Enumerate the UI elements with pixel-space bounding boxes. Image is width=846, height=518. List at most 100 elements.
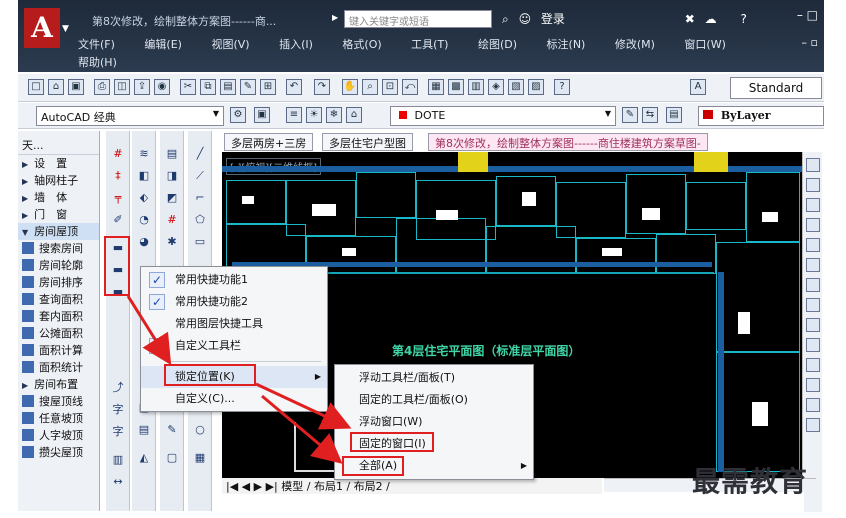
layer-select[interactable]: DOTE ▼ [390, 106, 616, 126]
gear-block-icon[interactable]: ✱ [165, 235, 179, 249]
mirror-icon[interactable] [806, 198, 820, 212]
fillet-icon[interactable] [806, 418, 820, 432]
stretch-icon[interactable] [806, 318, 820, 332]
table-icon[interactable]: ▥ [111, 453, 125, 467]
panel-group-rooms[interactable]: ▼ 房间屋顶 [18, 223, 99, 240]
pan-icon[interactable]: ✋ [342, 79, 358, 95]
tool-palettes-icon[interactable]: ▥ [468, 79, 484, 95]
menu-item-layer-tools[interactable]: 常用图层快捷工具 [141, 313, 327, 335]
panel-header[interactable]: 天... [18, 131, 99, 155]
menu-insert[interactable]: 插入(I) [279, 36, 313, 52]
print-icon[interactable]: ⎙ [94, 79, 110, 95]
sheet-set-icon[interactable]: ◈ [488, 79, 504, 95]
workspace-settings-icon[interactable]: ⚙ [230, 107, 246, 123]
scale-icon[interactable] [806, 298, 820, 312]
panel-group-doors[interactable]: ▶ 门 窗 [18, 206, 99, 223]
menu-view[interactable]: 视图(V) [211, 36, 249, 52]
menu-item-quick-2[interactable]: ✓ 常用快捷功能2 [141, 291, 327, 313]
edit-icon[interactable]: ✎ [165, 423, 179, 437]
panel-item[interactable]: 查询面积 [18, 291, 99, 308]
panel-item[interactable]: 套内面积 [18, 308, 99, 325]
undo-icon[interactable]: ↶ [286, 79, 302, 95]
title-expand-icon[interactable]: ▶ [332, 13, 338, 22]
panel-item[interactable]: 公摊面积 [18, 325, 99, 342]
layer-walk-icon[interactable]: ⬖ [137, 191, 151, 205]
offset-icon[interactable] [806, 218, 820, 232]
layer-on-icon[interactable]: ☀ [306, 107, 322, 123]
text-tool-icon[interactable]: 字 [111, 425, 125, 439]
axis-icon[interactable]: ‡ [111, 169, 125, 183]
tab-model[interactable]: 模型 [281, 480, 303, 493]
plot-preview-icon[interactable]: ◫ [114, 79, 130, 95]
submenu-floating-windows[interactable]: 浮动窗口(W) [335, 411, 533, 433]
menu-tools[interactable]: 工具(T) [411, 36, 448, 52]
layer-properties-icon[interactable]: ≡ [286, 107, 302, 123]
panel-group-room-layout[interactable]: ▶ 房间布置 [18, 376, 99, 393]
doc-tab[interactable]: 多层住宅户型图 [322, 133, 413, 151]
document-controls[interactable]: – ▫ [802, 36, 818, 49]
array-icon[interactable] [806, 238, 820, 252]
text-tool-icon[interactable]: 字 [111, 403, 125, 417]
menu-file[interactable]: 文件(F) [78, 36, 115, 52]
zoom-realtime-icon[interactable]: ⌕ [362, 79, 378, 95]
panel-item[interactable]: 搜索房间 [18, 240, 99, 257]
menu-draw[interactable]: 绘图(D) [478, 36, 517, 52]
workspace-select[interactable]: AutoCAD 经典 ▼ [36, 106, 224, 126]
hatch-icon[interactable]: ▦ [193, 451, 207, 465]
line-icon[interactable]: ╱ [193, 147, 207, 161]
maximize-button[interactable]: □ [807, 8, 818, 22]
paint-icon[interactable]: ◭ [137, 451, 151, 465]
properties-icon[interactable]: ▦ [428, 79, 444, 95]
calculator-icon[interactable]: ▨ [528, 79, 544, 95]
panel-item[interactable]: 任意坡顶 [18, 410, 99, 427]
app-menu-caret-icon[interactable]: ▼ [62, 24, 69, 34]
layer-match-icon[interactable]: ◧ [137, 169, 151, 183]
help-icon[interactable]: ? [740, 12, 746, 26]
trim-icon[interactable] [806, 338, 820, 352]
save-icon[interactable]: ▣ [68, 79, 84, 95]
polyline-icon[interactable]: ⌐ [193, 191, 207, 205]
3d-print-icon[interactable]: ◉ [154, 79, 170, 95]
save-workspace-icon[interactable]: ▣ [254, 107, 270, 123]
cloud-icon[interactable]: ☁ [705, 12, 717, 26]
menu-format[interactable]: 格式(O) [342, 36, 381, 52]
cut-icon[interactable]: ✂ [180, 79, 196, 95]
submenu-docked-toolbars[interactable]: 固定的工具栏/面板(O) [335, 389, 533, 411]
hash-red-icon[interactable]: # [165, 213, 179, 227]
panel-group-axis[interactable]: ▶ 轴网柱子 [18, 172, 99, 189]
block-editor-icon[interactable]: ⊞ [260, 79, 276, 95]
binoculars-icon[interactable]: ⌕ [502, 12, 509, 26]
layer-states-icon[interactable]: ▤ [666, 107, 682, 123]
match-properties-icon[interactable]: ✎ [240, 79, 256, 95]
user-icon[interactable]: ☺ [519, 12, 532, 26]
copy-icon[interactable]: ⧉ [200, 79, 216, 95]
rotate-icon[interactable] [806, 278, 820, 292]
tab-layout2[interactable]: 布局2 [354, 480, 383, 493]
panel-item[interactable]: 房间排序 [18, 274, 99, 291]
panel-item[interactable]: 房间轮廓 [18, 257, 99, 274]
publish-icon[interactable]: ⇪ [134, 79, 150, 95]
grid-hash-icon[interactable]: # [111, 147, 125, 161]
menu-modify[interactable]: 修改(M) [615, 36, 655, 52]
panel-item[interactable]: 人字坡顶 [18, 427, 99, 444]
doc-tab[interactable]: 多层两房+三房 [224, 133, 314, 151]
paste-icon[interactable]: ▤ [220, 79, 236, 95]
panel-group-wall[interactable]: ▶ 墙 体 [18, 189, 99, 206]
insert-icon[interactable]: ▤ [137, 423, 151, 437]
break-icon[interactable] [806, 378, 820, 392]
rectangle-icon[interactable]: ▭ [193, 235, 207, 249]
layer-lock-icon[interactable]: ⌂ [346, 107, 362, 123]
stair-icon[interactable]: ⤴ [111, 381, 125, 395]
menu-item-customize[interactable]: 自定义(C)... [141, 388, 327, 410]
layer-iso-icon[interactable]: ◩ [165, 191, 179, 205]
layers-icon[interactable]: ≋ [137, 147, 151, 161]
color-select[interactable]: ByLayer [698, 106, 824, 126]
menu-item-quick-1[interactable]: ✓ 常用快捷功能1 [141, 269, 327, 291]
extend-icon[interactable] [806, 358, 820, 372]
zoom-previous-icon[interactable]: ⤺ [402, 79, 418, 95]
erase-icon[interactable] [806, 158, 820, 172]
zoom-window-icon[interactable]: ⊡ [382, 79, 398, 95]
open-folder-icon[interactable]: ⌂ [48, 79, 64, 95]
layer-state-icon[interactable]: ◨ [165, 169, 179, 183]
column-icon[interactable]: ╤ [111, 191, 125, 205]
